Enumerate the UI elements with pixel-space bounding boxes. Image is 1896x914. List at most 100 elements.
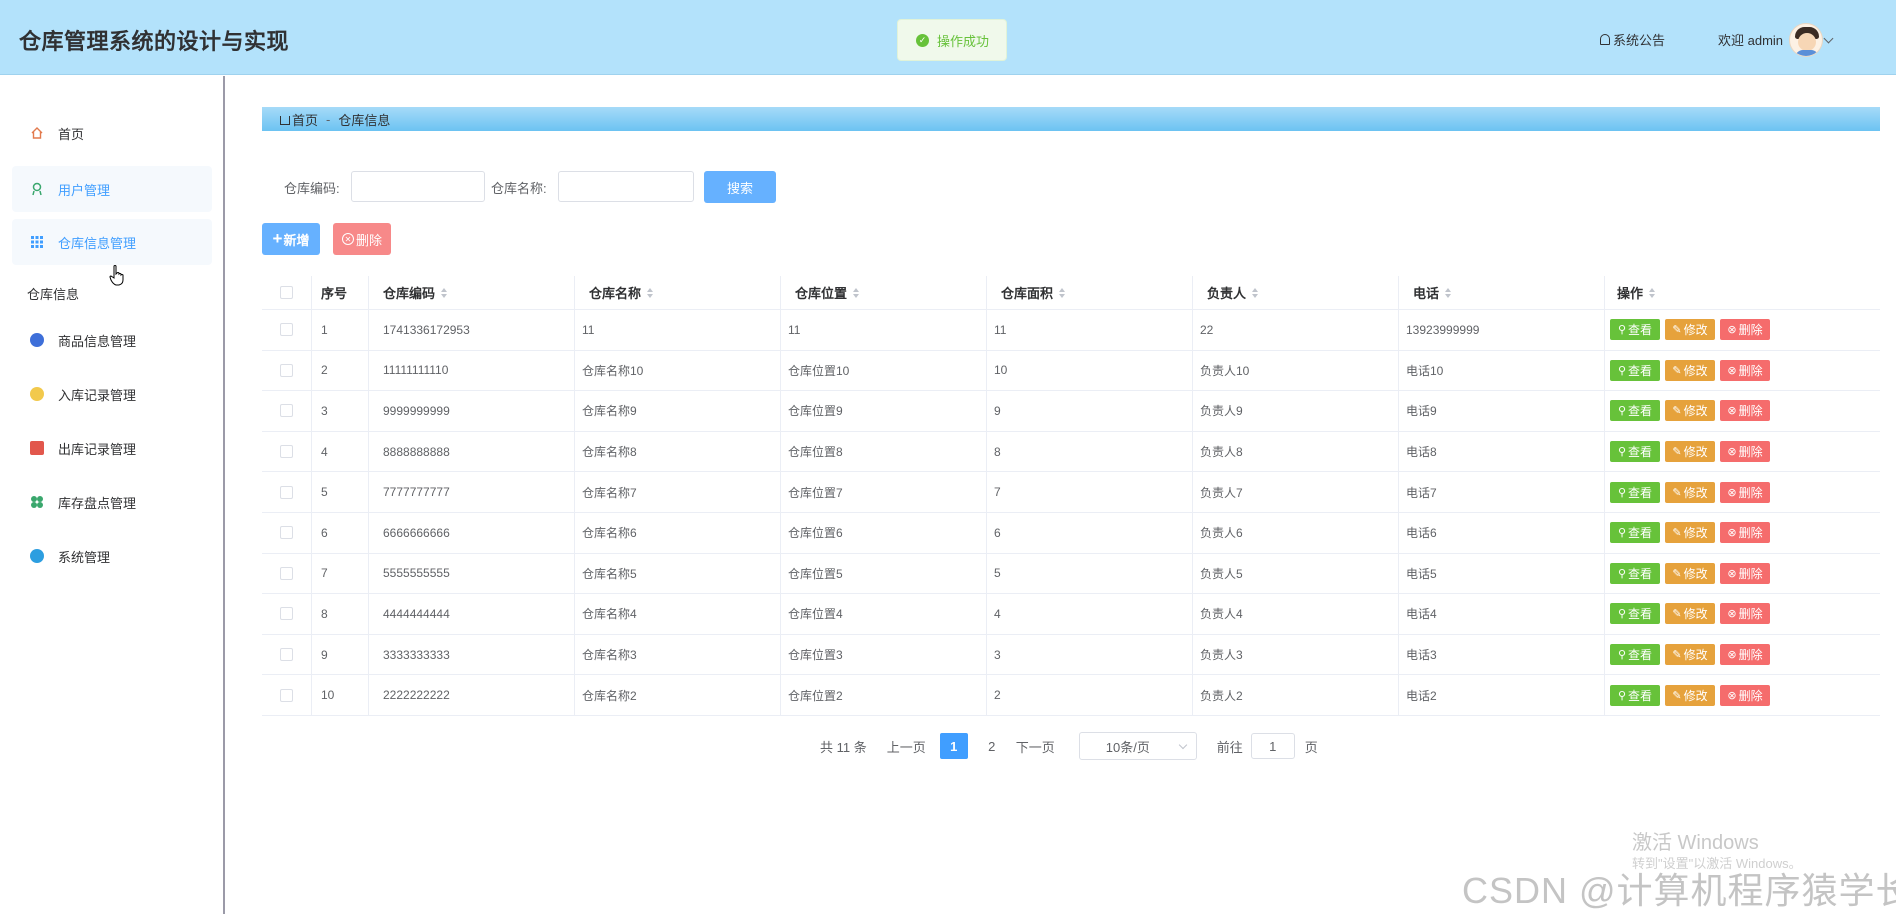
warehouse-code-input[interactable] — [351, 171, 485, 202]
checkbox[interactable] — [280, 485, 293, 499]
delete-button[interactable]: ⊗ 删除 — [1720, 644, 1770, 666]
search-button[interactable]: 搜索 — [704, 171, 776, 203]
view-button[interactable]: ⚲ 查看 — [1610, 359, 1660, 381]
view-button[interactable]: ⚲ 查看 — [1610, 441, 1660, 463]
row-select[interactable] — [262, 634, 312, 675]
edit-button[interactable]: ✎ 修改 — [1665, 441, 1715, 463]
column-header-name[interactable]: 仓库名称 — [575, 276, 781, 309]
delete-button[interactable]: ⊗ 删除 — [1720, 684, 1770, 706]
page-1[interactable]: 1 — [939, 733, 968, 759]
checkbox[interactable] — [280, 404, 293, 418]
edit-button[interactable]: ✎ 修改 — [1665, 319, 1715, 341]
prev-page-button[interactable]: 上一页 — [887, 737, 926, 756]
edit-button[interactable]: ✎ 修改 — [1665, 684, 1715, 706]
sort-icon[interactable] — [647, 287, 654, 298]
edit-button[interactable]: ✎ 修改 — [1665, 562, 1715, 584]
view-button[interactable]: ⚲ 查看 — [1610, 481, 1660, 503]
edit-icon: ✎ — [1672, 446, 1682, 459]
row-select[interactable] — [262, 553, 312, 594]
checkbox[interactable] — [280, 688, 293, 702]
row-select[interactable] — [262, 310, 312, 350]
delete-button[interactable]: ⊗ 删除 — [1720, 400, 1770, 422]
sort-icon[interactable] — [441, 287, 448, 298]
delete-button[interactable]: ⊗ 删除 — [1720, 441, 1770, 463]
view-button[interactable]: ⚲ 查看 — [1610, 684, 1660, 706]
view-button[interactable]: ⚲ 查看 — [1610, 562, 1660, 584]
row-select[interactable] — [262, 512, 312, 553]
edit-button[interactable]: ✎ 修改 — [1665, 603, 1715, 625]
column-header-area[interactable]: 仓库面积 — [987, 276, 1193, 309]
batch-delete-button[interactable]: ✕ 删除 — [333, 223, 391, 255]
pagination-total: 共 11 条 — [820, 739, 867, 755]
edit-icon: ✎ — [1672, 608, 1682, 621]
edit-label: 修改 — [1683, 688, 1708, 703]
edit-button[interactable]: ✎ 修改 — [1665, 400, 1715, 422]
checkbox[interactable] — [280, 323, 293, 337]
header-select-all[interactable] — [262, 276, 312, 309]
column-header-actions[interactable]: 操作 — [1605, 276, 1880, 309]
edit-button[interactable]: ✎ 修改 — [1665, 522, 1715, 544]
view-button[interactable]: ⚲ 查看 — [1610, 319, 1660, 341]
delete-button[interactable]: ⊗ 删除 — [1720, 319, 1770, 341]
sidebar-item-inbound[interactable]: 入库记录管理 — [12, 371, 212, 417]
checkbox[interactable] — [280, 566, 293, 580]
system-notice-link[interactable]: 系统公告 — [1600, 30, 1665, 49]
checkbox[interactable] — [280, 363, 293, 377]
column-header-phone[interactable]: 电话 — [1399, 276, 1605, 309]
sort-icon[interactable] — [853, 287, 860, 298]
page-2[interactable]: 2 — [978, 733, 1006, 759]
edit-button[interactable]: ✎ 修改 — [1665, 644, 1715, 666]
view-button[interactable]: ⚲ 查看 — [1610, 400, 1660, 422]
view-button[interactable]: ⚲ 查看 — [1610, 644, 1660, 666]
row-select[interactable] — [262, 472, 312, 512]
goto-page-input[interactable]: 1 — [1250, 733, 1295, 759]
checkbox[interactable] — [280, 286, 293, 299]
row-select[interactable] — [262, 431, 312, 472]
edit-icon: ✎ — [1672, 527, 1682, 540]
sort-icon[interactable] — [1445, 287, 1452, 298]
edit-label: 修改 — [1683, 485, 1708, 500]
row-select[interactable] — [262, 391, 312, 431]
sidebar-item-warehouse[interactable]: 仓库信息管理 — [12, 219, 212, 265]
sidebar-item-home[interactable]: 首页 — [12, 110, 212, 156]
chevron-down-icon[interactable] — [1823, 33, 1834, 44]
add-button[interactable]: + 新增 — [262, 223, 320, 255]
cell-name: 仓库名称9 — [575, 391, 781, 431]
row-select[interactable] — [262, 350, 312, 391]
sort-icon[interactable] — [1059, 287, 1066, 298]
edit-button[interactable]: ✎ 修改 — [1665, 359, 1715, 381]
sidebar-item-users[interactable]: 用户管理 — [12, 166, 212, 212]
view-button[interactable]: ⚲ 查看 — [1610, 522, 1660, 544]
sort-icon[interactable] — [1252, 287, 1259, 298]
cell-actions: ⚲ 查看 ✎ 修改 ⊗ 删除 — [1605, 554, 1880, 594]
delete-button[interactable]: ⊗ 删除 — [1720, 603, 1770, 625]
next-page-button[interactable]: 下一页 — [1016, 737, 1055, 756]
delete-button[interactable]: ⊗ 删除 — [1720, 481, 1770, 503]
warehouse-name-input[interactable] — [558, 171, 694, 202]
column-header-location[interactable]: 仓库位置 — [781, 276, 987, 309]
sidebar-item-system[interactable]: 系统管理 — [12, 533, 212, 579]
row-select[interactable] — [262, 675, 312, 715]
cell-actions: ⚲ 查看 ✎ 修改 ⊗ 删除 — [1605, 472, 1880, 512]
column-header-code[interactable]: 仓库编码 — [369, 276, 575, 309]
cell-area: 8 — [987, 431, 1193, 472]
checkbox[interactable] — [280, 526, 293, 540]
checkbox[interactable] — [280, 648, 293, 662]
avatar[interactable] — [1789, 23, 1823, 57]
delete-button[interactable]: ⊗ 删除 — [1720, 522, 1770, 544]
delete-button[interactable]: ⊗ 删除 — [1720, 359, 1770, 381]
view-button[interactable]: ⚲ 查看 — [1610, 603, 1660, 625]
sort-icon[interactable] — [1649, 287, 1656, 298]
breadcrumb-home[interactable]: 首页 — [292, 110, 318, 129]
checkbox[interactable] — [280, 445, 293, 459]
sidebar-item-inventory[interactable]: 库存盘点管理 — [12, 479, 212, 525]
delete-button[interactable]: ⊗ 删除 — [1720, 562, 1770, 584]
edit-button[interactable]: ✎ 修改 — [1665, 481, 1715, 503]
search-icon: ⚲ — [1617, 364, 1627, 377]
sidebar-item-products[interactable]: 商品信息管理 — [12, 317, 212, 363]
sidebar-item-outbound[interactable]: 出库记录管理 — [12, 425, 212, 471]
page-size-select[interactable]: 10条/页 — [1078, 732, 1197, 760]
row-select[interactable] — [262, 594, 312, 634]
column-header-manager[interactable]: 负责人 — [1193, 276, 1399, 309]
checkbox[interactable] — [280, 607, 293, 621]
